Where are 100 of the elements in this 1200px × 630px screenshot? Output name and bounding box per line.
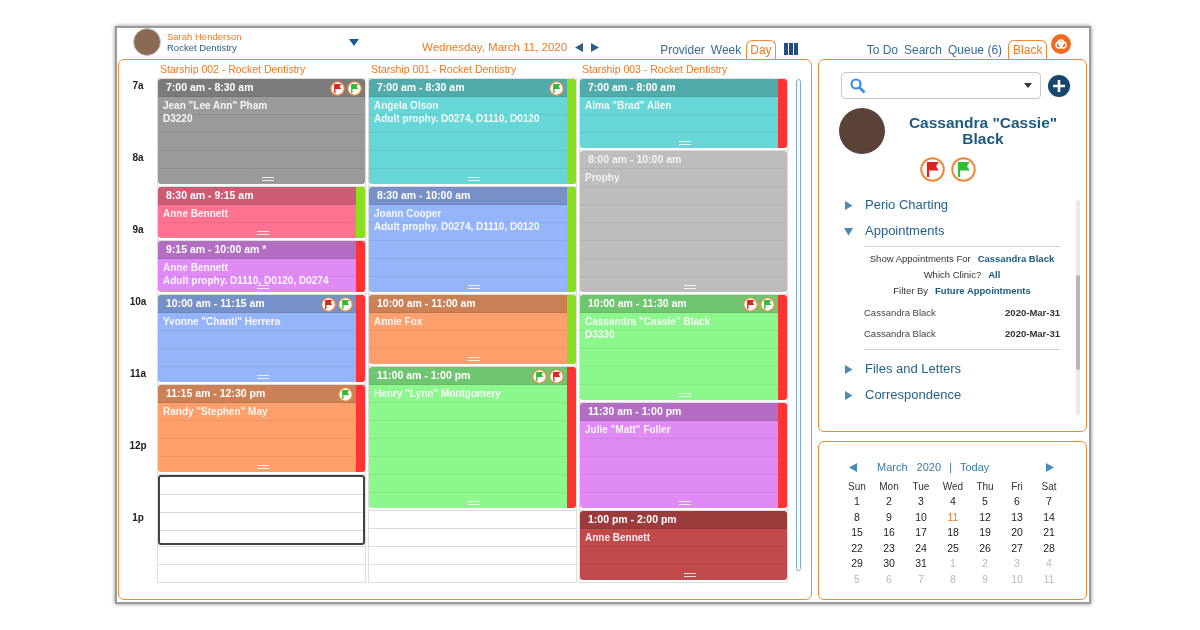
calendar-day[interactable]: 20 [1001,525,1033,541]
calendar-day[interactable]: 18 [937,525,969,541]
flag-icon[interactable] [919,157,945,182]
appointment-card[interactable]: 9:15 am - 10:00 am * Anne Bennett Adult prophy. D1110, D0120, D0274 [158,241,365,292]
resize-handle[interactable] [257,285,269,289]
appointment-card[interactable]: 8:30 am - 9:15 am Anne Bennett [158,187,365,238]
appointment-patient: Cassandra Black [864,306,936,321]
resize-handle[interactable] [683,573,696,577]
filter-value[interactable]: All [988,267,1001,283]
expand-triangle-icon[interactable] [844,364,853,374]
selected-time-slot[interactable] [158,475,365,545]
resize-handle[interactable] [468,285,480,289]
calendar-day[interactable]: 19 [969,525,1001,541]
avatar [133,28,161,56]
scrollbar[interactable] [796,79,801,571]
resize-handle[interactable] [679,501,691,505]
calendar-day[interactable]: 6 [1001,494,1033,510]
section-link[interactable]: Appointments [865,221,945,241]
flag-icon[interactable] [330,80,345,96]
flag-icon[interactable] [338,296,353,312]
calendar-day[interactable]: 16 [873,525,905,541]
add-icon[interactable] [1048,74,1070,97]
flag-icon[interactable] [743,296,758,312]
appointment-card[interactable]: 7:00 am - 8:30 am Jean "Lee Ann" Pham D3220 [158,79,365,184]
filter-value[interactable]: Future Appointments [935,283,1031,299]
flag-icon[interactable] [532,368,547,384]
calendar-day[interactable]: 26 [969,540,1001,556]
previous-arrow-icon[interactable] [575,42,584,52]
resize-handle[interactable] [468,357,480,361]
resize-handle[interactable] [468,177,480,181]
caret-down-icon[interactable] [1024,83,1032,88]
expand-triangle-icon[interactable] [844,200,853,210]
calendar-day[interactable]: 25 [937,540,969,556]
calendar-day[interactable]: 10 [905,509,937,525]
flag-icon[interactable] [347,80,362,96]
resize-handle[interactable] [468,501,480,505]
calendar-day[interactable]: 9 [873,509,905,525]
appointment-detail: Yvonne "Chanti" Herrera [163,315,282,328]
calendar-day[interactable]: 28 [1033,540,1065,556]
expand-triangle-icon[interactable] [844,390,853,400]
collapse-triangle-icon[interactable] [844,226,853,236]
next-arrow-icon[interactable] [591,42,600,52]
section-link[interactable]: Files and Letters [865,359,962,379]
appointment-detail: Joann Cooper [374,207,443,220]
calendar-day[interactable]: 30 [873,556,905,572]
calendar-day[interactable]: 3 [905,494,937,510]
panel-tab[interactable]: To Do [866,40,898,59]
resize-handle[interactable] [679,393,691,397]
calendar-day[interactable]: 12 [969,509,1001,525]
calendar-day[interactable]: 17 [905,525,937,541]
calendar-day[interactable]: 27 [1001,540,1033,556]
calendar-day[interactable]: 15 [841,525,873,541]
resize-handle[interactable] [683,285,696,289]
resize-handle[interactable] [261,177,274,181]
calendar-day[interactable]: 23 [873,540,905,556]
month-label[interactable]: March [877,459,908,476]
flag-icon[interactable] [338,386,353,402]
next-arrow-icon[interactable] [1046,462,1054,472]
calendar-day[interactable]: 2 [873,494,905,510]
panel-tab[interactable]: Search [904,40,942,59]
section-link[interactable]: Correspondence [865,385,962,405]
flag-icon[interactable] [760,296,775,312]
filter-label: Which Clinic? [923,267,982,282]
calendar-day[interactable]: 4 [937,494,969,510]
calendar-day[interactable]: 14 [1033,509,1065,525]
appointment-patient: Cassandra Black [864,327,936,342]
calendar-day[interactable]: 29 [841,556,873,572]
appointment-card[interactable]: 11:30 am - 1:00 pm Julie "Matt" Fuller [580,403,787,508]
flag-icon[interactable] [321,296,336,312]
patient-avatar [839,108,885,154]
search-field[interactable] [841,72,1041,99]
calendar-day[interactable]: 8 [841,509,873,525]
resize-handle[interactable] [257,231,269,235]
section-link[interactable]: Perio Charting [865,195,949,215]
caret-down-icon[interactable] [349,38,360,46]
calendar-day[interactable]: 5 [969,494,1001,510]
weekday-label: Wed [941,479,965,494]
calendar-day[interactable]: 31 [905,556,937,572]
previous-arrow-icon[interactable] [849,462,857,472]
panel-scrollbar[interactable] [1076,200,1080,415]
resize-handle[interactable] [257,375,269,379]
filter-value[interactable]: Cassandra Black [977,251,1055,267]
calendar-day[interactable]: 22 [841,540,873,556]
resize-handle[interactable] [679,141,691,145]
flag-icon[interactable] [549,80,564,96]
appointment-card[interactable]: 1:00 pm - 2:00 pm Anne Bennett [580,511,787,580]
view-tab[interactable]: Week [709,40,743,59]
calendar-day[interactable]: 24 [905,540,937,556]
panel-tab[interactable]: Queue (6) [948,40,1003,59]
calendar-day[interactable]: 1 [841,494,873,510]
flag-icon[interactable] [950,157,976,182]
today-link[interactable]: Today [959,459,990,476]
calendar-day[interactable]: 7 [1033,494,1065,510]
calendar-day[interactable]: 13 [1001,509,1033,525]
view-tab[interactable]: Provider [659,40,706,59]
columns-view-icon[interactable] [783,43,798,55]
flag-icon[interactable] [549,368,564,384]
year-label[interactable]: 2020 [916,459,942,476]
calendar-day[interactable]: 21 [1033,525,1065,541]
resize-handle[interactable] [257,465,269,469]
